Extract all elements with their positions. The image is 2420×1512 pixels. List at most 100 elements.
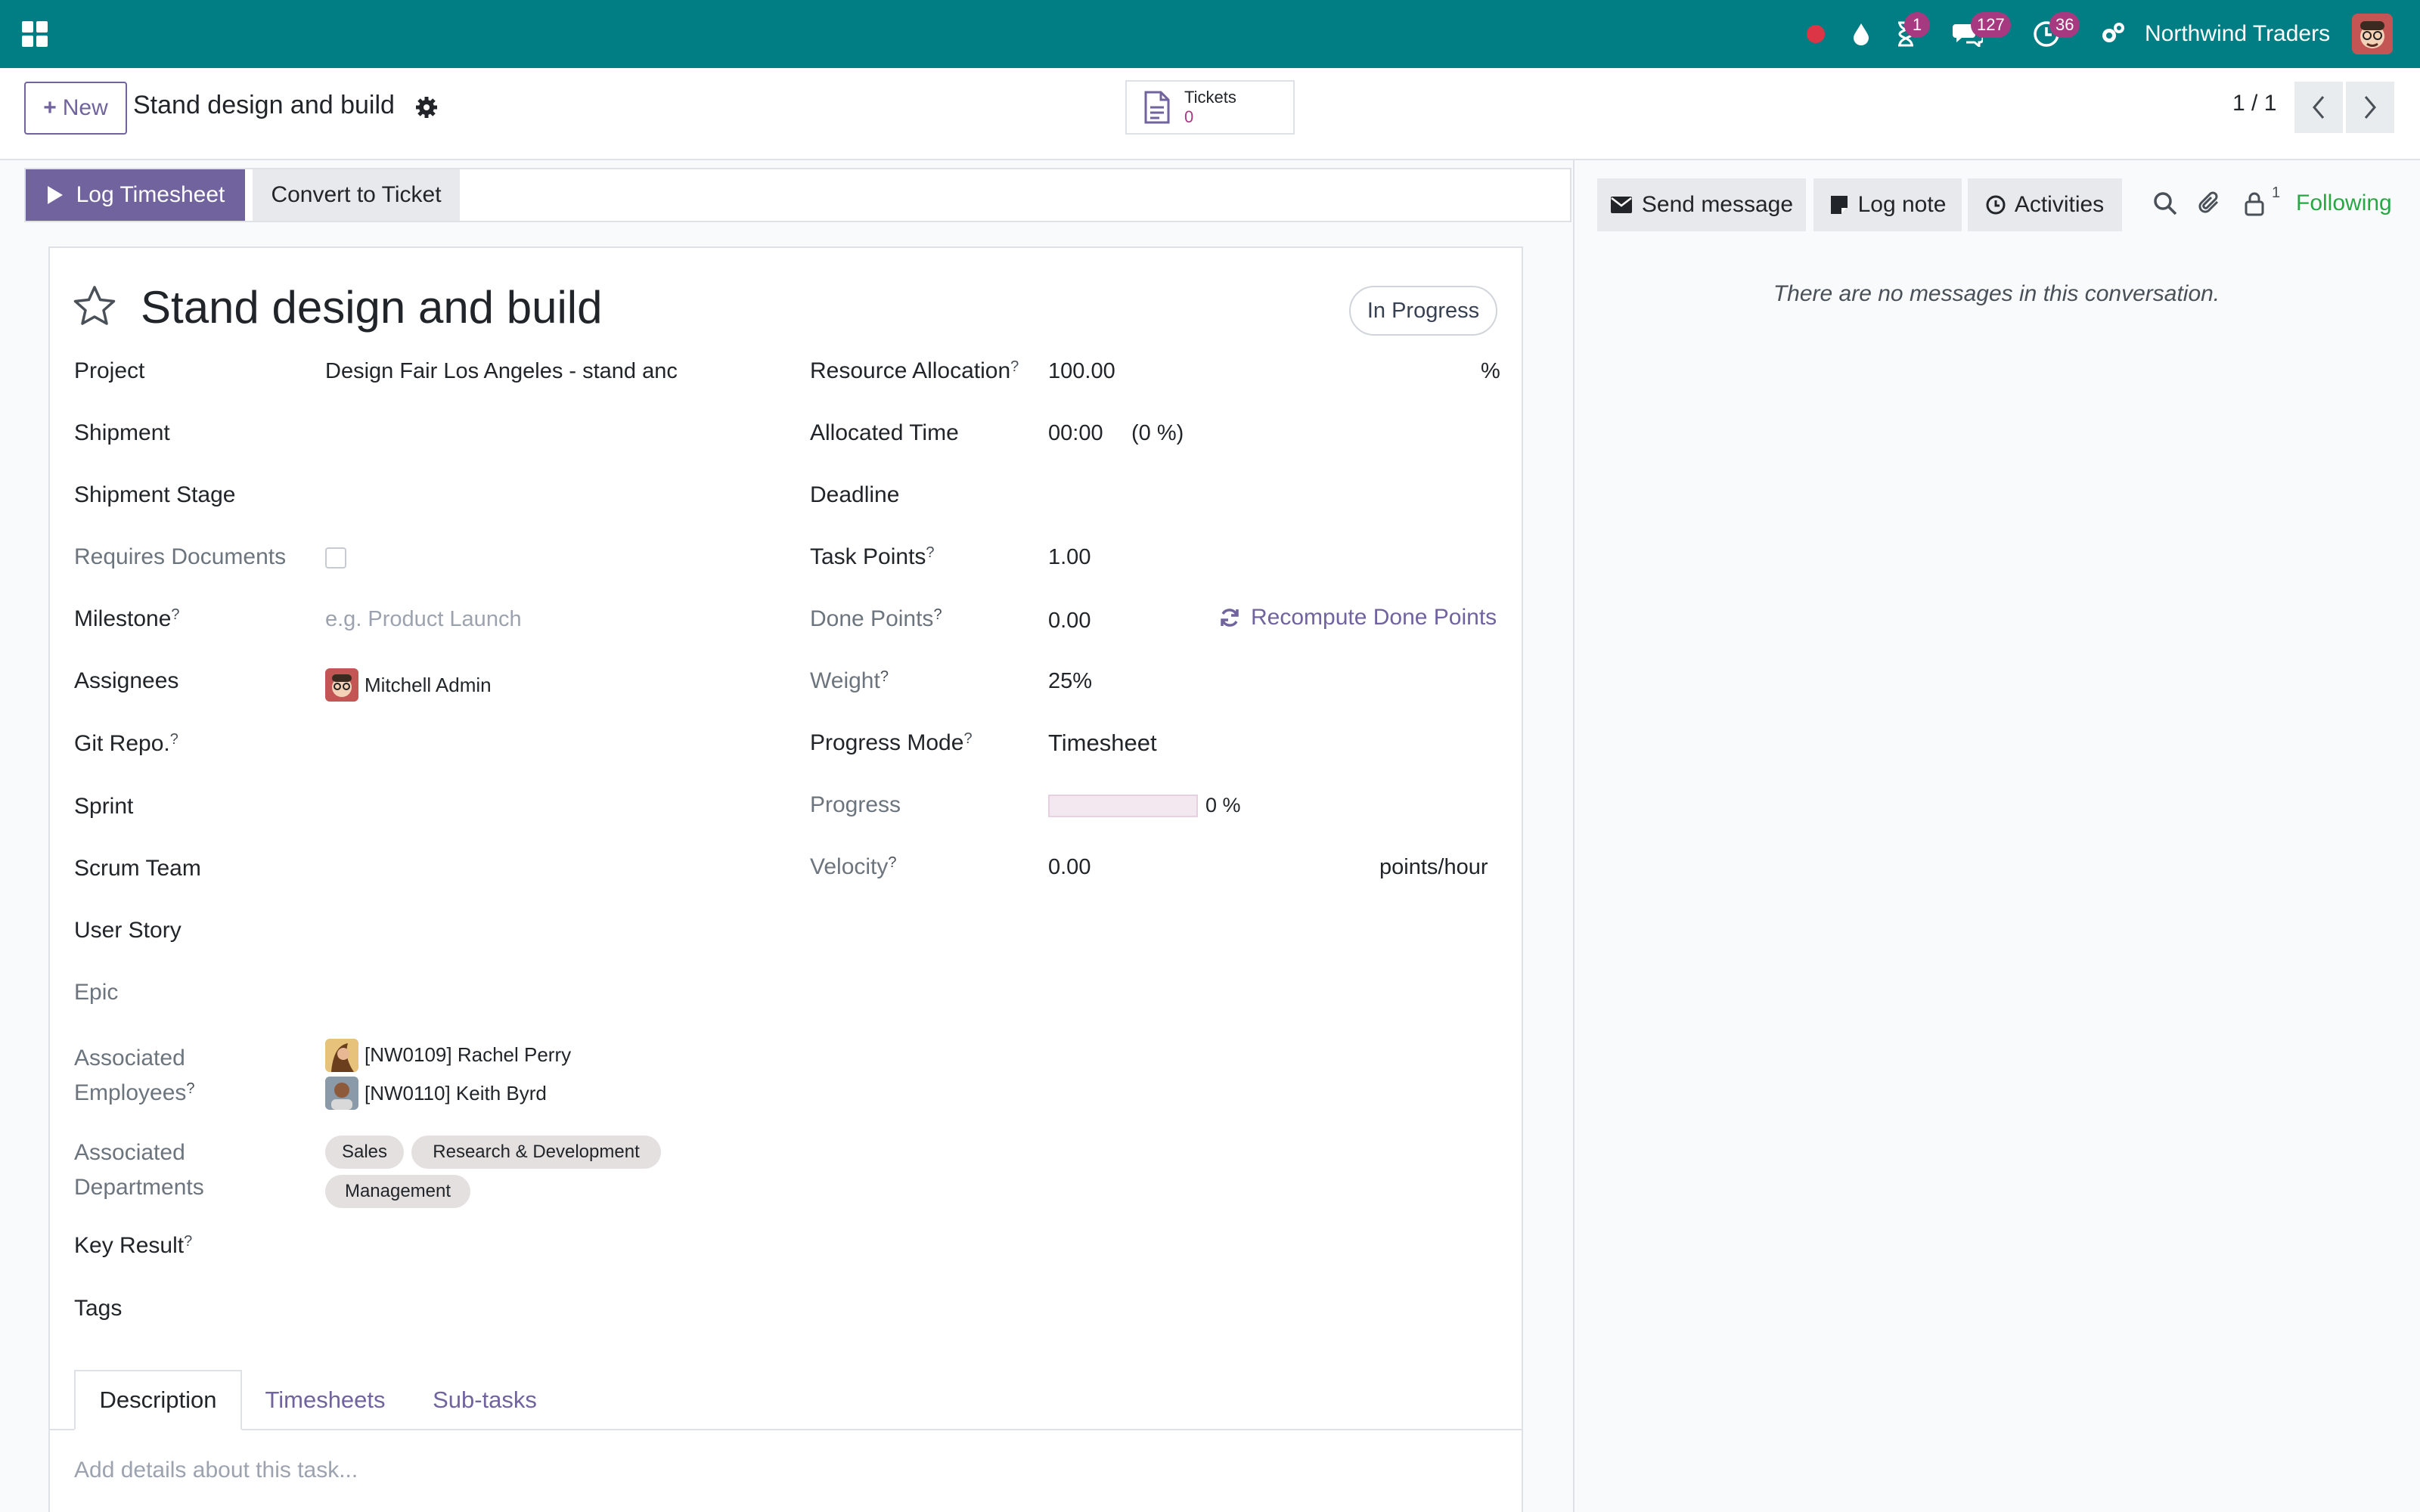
tab-timesheets[interactable]: Timesheets [250, 1370, 401, 1430]
gear-icon[interactable] [414, 95, 439, 119]
plus-icon: + [43, 95, 57, 120]
project-label: Project [74, 358, 145, 383]
done-points-label: Done Points? [810, 606, 942, 631]
settings-gears-icon[interactable] [2098, 0, 2128, 68]
new-button[interactable]: + New [24, 82, 127, 135]
form-sheet [48, 246, 1523, 1512]
pager-next-button[interactable] [2346, 82, 2394, 133]
log-note-label: Log note [1857, 192, 1947, 217]
play-icon [47, 186, 63, 204]
form-statusbar: Log Timesheet Convert to Ticket [24, 168, 1571, 222]
star-icon[interactable] [73, 284, 116, 328]
company-switcher[interactable]: Northwind Traders [2145, 0, 2330, 68]
allocated-time-field[interactable]: 00:00 [1048, 418, 1103, 448]
breadcrumb: Stand design and build [133, 91, 395, 119]
task-points-field[interactable]: 1.00 [1048, 542, 1091, 572]
task-points-label: Task Points? [810, 544, 935, 569]
timer-count-badge: 36 [2049, 12, 2080, 38]
git-repo-label: Git Repo.? [74, 731, 178, 756]
new-button-label: New [62, 95, 108, 120]
requires-documents-label: Requires Documents [74, 544, 287, 569]
send-message-label: Send message [1641, 192, 1794, 217]
envelope-icon [1610, 197, 1632, 213]
clock-icon [1986, 195, 2006, 215]
resource-allocation-unit: % [1481, 359, 1500, 383]
employee-name[interactable]: [NW0110] Keith Byrd [365, 1078, 547, 1108]
department-tag[interactable]: Management [325, 1175, 470, 1208]
chevron-left-icon [2313, 96, 2325, 119]
state-selector[interactable]: In Progress [1349, 286, 1497, 336]
apps-menu-icon[interactable] [18, 0, 51, 68]
user-story-label: User Story [74, 918, 182, 943]
search-icon[interactable] [2152, 191, 2180, 218]
scrum-team-label: Scrum Team [74, 856, 201, 881]
document-icon [1143, 91, 1171, 124]
convert-to-ticket-button[interactable]: Convert to Ticket [253, 169, 460, 221]
progress-mode-label: Progress Mode? [810, 730, 973, 755]
employee-name[interactable]: [NW0109] Rachel Perry [365, 1040, 571, 1070]
following-button[interactable]: Following [2296, 191, 2392, 216]
paperclip-icon[interactable] [2198, 191, 2225, 218]
chevron-right-icon [2364, 96, 2376, 119]
log-timesheet-button[interactable]: Log Timesheet [26, 169, 245, 221]
velocity-label: Velocity? [810, 854, 897, 879]
pager-previous-button[interactable] [2294, 82, 2343, 133]
empty-conversation-message: There are no messages in this conversati… [1773, 281, 2220, 306]
progress-label: Progress [810, 792, 901, 817]
send-message-button[interactable]: Send message [1597, 178, 1806, 231]
resource-allocation-field[interactable]: 100.00 [1048, 356, 1115, 386]
activities-button[interactable]: Activities [1968, 178, 2122, 231]
deadline-label: Deadline [810, 482, 900, 507]
recompute-done-points-button[interactable]: Recompute Done Points [1219, 605, 1497, 631]
shipment-stage-label: Shipment Stage [74, 482, 236, 507]
project-field[interactable]: Design Fair Los Angeles - stand anc [325, 356, 688, 386]
tags-label: Tags [74, 1296, 123, 1321]
allocated-time-label: Allocated Time [810, 420, 959, 445]
sprint-label: Sprint [74, 794, 134, 819]
followers-lock-icon[interactable] [2243, 191, 2270, 218]
activities-count-badge: 1 [1904, 12, 1930, 38]
department-tag[interactable]: Sales [325, 1136, 404, 1169]
velocity-field: 0.00 [1048, 855, 1091, 879]
resource-allocation-label: Resource Allocation? [810, 358, 1019, 383]
epic-label: Epic [74, 980, 119, 1005]
description-editor[interactable]: Add details about this task... [74, 1458, 358, 1483]
smart-button-label: Tickets [1184, 88, 1236, 107]
associated-departments-label: Associated Departments [74, 1140, 204, 1200]
refresh-icon [1221, 609, 1239, 627]
allocated-time-percent: (0 %) [1131, 421, 1184, 445]
top-navbar: 1 127 36 Northwind Traders [0, 0, 2420, 68]
employee-avatar [325, 1077, 358, 1110]
tickets-smart-button[interactable]: Tickets 0 [1125, 80, 1295, 135]
employee-avatar [325, 1039, 358, 1072]
pager-value[interactable]: 1 / 1 [2232, 91, 2276, 116]
droplet-icon[interactable] [1848, 0, 1874, 68]
key-result-label: Key Result? [74, 1233, 193, 1258]
assignee-name[interactable]: Mitchell Admin [365, 670, 492, 700]
messages-count-badge: 127 [1971, 12, 2011, 38]
log-note-button[interactable]: Log note [1813, 178, 1962, 231]
weight-label: Weight? [810, 668, 889, 693]
tab-description[interactable]: Description [74, 1370, 242, 1430]
progress-mode-field[interactable]: Timesheet [1048, 728, 1157, 758]
recording-indicator-icon[interactable] [1803, 0, 1829, 68]
done-points-field: 0.00 [1048, 609, 1091, 633]
progress-bar [1048, 795, 1198, 817]
record-title[interactable]: Stand design and build [141, 281, 603, 333]
user-avatar[interactable] [2352, 14, 2393, 54]
milestone-label: Milestone? [74, 606, 180, 631]
chatter-panel [1573, 160, 2420, 1512]
milestone-field[interactable]: e.g. Product Launch [325, 604, 522, 634]
requires-documents-checkbox[interactable] [325, 547, 346, 569]
assignee-avatar [325, 668, 358, 702]
smart-button-count: 0 [1184, 107, 1194, 126]
progress-value: 0 % [1205, 794, 1241, 816]
recompute-done-points-label: Recompute Done Points [1251, 605, 1497, 630]
shipment-label: Shipment [74, 420, 170, 445]
weight-field: 25% [1048, 669, 1093, 693]
control-panel: + New Stand design and build Tickets 0 1… [0, 68, 2420, 160]
department-tag[interactable]: Research & Development [411, 1136, 661, 1169]
tab-sub-tasks[interactable]: Sub-tasks [414, 1370, 555, 1430]
note-icon [1830, 196, 1848, 214]
velocity-unit: points/hour [1379, 855, 1488, 879]
